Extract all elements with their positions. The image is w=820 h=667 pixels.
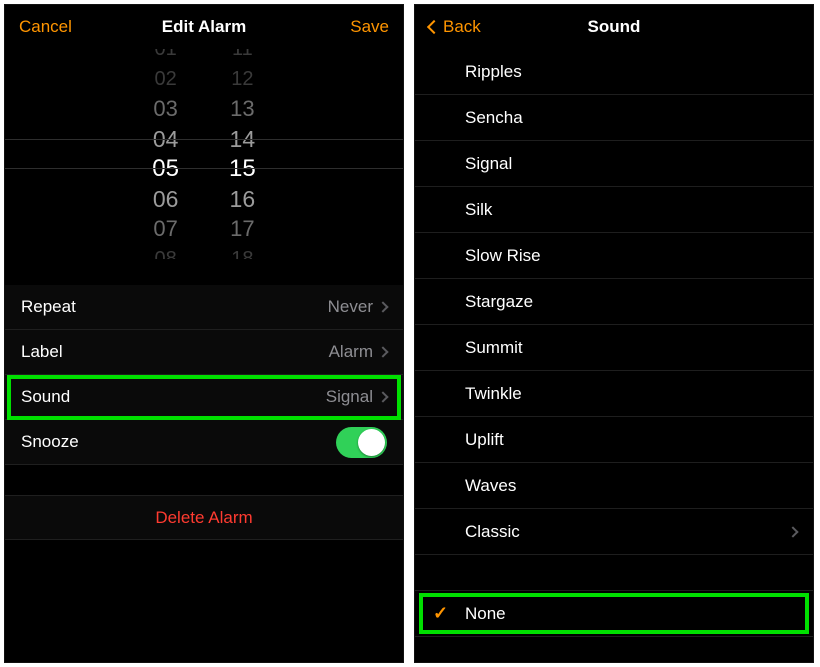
save-button[interactable]: Save bbox=[336, 5, 403, 49]
sound-option-uplift[interactable]: Uplift bbox=[415, 417, 813, 463]
back-label: Back bbox=[443, 17, 481, 37]
save-label: Save bbox=[350, 17, 389, 37]
sound-option-stargaze[interactable]: Stargaze bbox=[415, 279, 813, 325]
sound-screen: Back Sound Ripples Sencha Signal Silk Sl… bbox=[414, 4, 814, 663]
sound-option-slow-rise[interactable]: Slow Rise bbox=[415, 233, 813, 279]
chevron-right-icon bbox=[787, 526, 798, 537]
toggle-knob bbox=[358, 429, 385, 456]
section-gap bbox=[415, 555, 813, 591]
sound-name: Sencha bbox=[465, 108, 523, 128]
edit-alarm-screen: Cancel Edit Alarm Save 01 02 03 04 05 06… bbox=[4, 4, 404, 663]
cancel-label: Cancel bbox=[19, 17, 72, 37]
sound-option-signal[interactable]: Signal bbox=[415, 141, 813, 187]
sound-option-classic[interactable]: Classic bbox=[415, 509, 813, 555]
sound-name: Silk bbox=[465, 200, 492, 220]
sound-name: Twinkle bbox=[465, 384, 522, 404]
chevron-right-icon bbox=[377, 391, 388, 402]
alarm-settings-group: Repeat Never Label Alarm Sound Signal Sn… bbox=[5, 285, 403, 465]
chevron-right-icon bbox=[377, 301, 388, 312]
repeat-value: Never bbox=[328, 297, 373, 317]
sound-value: Signal bbox=[326, 387, 373, 407]
back-button[interactable]: Back bbox=[415, 5, 495, 49]
sound-option-sencha[interactable]: Sencha bbox=[415, 95, 813, 141]
sound-list: Ripples Sencha Signal Silk Slow Rise Sta… bbox=[415, 49, 813, 637]
navbar: Back Sound bbox=[415, 5, 813, 49]
label-row[interactable]: Label Alarm bbox=[5, 330, 403, 375]
delete-alarm-button[interactable]: Delete Alarm bbox=[5, 495, 403, 540]
chevron-left-icon bbox=[427, 20, 441, 34]
repeat-row[interactable]: Repeat Never bbox=[5, 285, 403, 330]
checkmark-icon: ✓ bbox=[433, 603, 448, 624]
delete-label: Delete Alarm bbox=[155, 508, 252, 528]
snooze-label: Snooze bbox=[21, 432, 336, 452]
sound-name: Summit bbox=[465, 338, 523, 358]
page-title: Edit Alarm bbox=[162, 17, 246, 37]
sound-name: Signal bbox=[465, 154, 512, 174]
minute-wheel[interactable]: 11 12 13 14 15 16 17 18 bbox=[229, 49, 256, 259]
sound-name: Uplift bbox=[465, 430, 504, 450]
sound-name: Classic bbox=[465, 522, 520, 542]
label-label: Label bbox=[21, 342, 329, 362]
label-value: Alarm bbox=[329, 342, 373, 362]
hour-wheel[interactable]: 01 02 03 04 05 06 07 08 bbox=[152, 49, 179, 259]
sound-option-none[interactable]: ✓ None bbox=[415, 591, 813, 637]
sound-label: Sound bbox=[21, 387, 326, 407]
sound-name: Slow Rise bbox=[465, 246, 541, 266]
sound-name: Ripples bbox=[465, 62, 522, 82]
sound-option-summit[interactable]: Summit bbox=[415, 325, 813, 371]
sound-option-twinkle[interactable]: Twinkle bbox=[415, 371, 813, 417]
snooze-toggle[interactable] bbox=[336, 427, 387, 458]
sound-name: Stargaze bbox=[465, 292, 533, 312]
sound-option-ripples[interactable]: Ripples bbox=[415, 49, 813, 95]
snooze-row: Snooze bbox=[5, 420, 403, 465]
chevron-right-icon bbox=[377, 346, 388, 357]
sound-option-silk[interactable]: Silk bbox=[415, 187, 813, 233]
sound-row[interactable]: Sound Signal bbox=[5, 375, 403, 420]
sound-name: None bbox=[465, 604, 506, 624]
sound-name: Waves bbox=[465, 476, 516, 496]
time-picker[interactable]: 01 02 03 04 05 06 07 08 11 12 13 14 15 1… bbox=[5, 49, 403, 259]
page-title: Sound bbox=[588, 17, 641, 37]
repeat-label: Repeat bbox=[21, 297, 328, 317]
navbar: Cancel Edit Alarm Save bbox=[5, 5, 403, 49]
cancel-button[interactable]: Cancel bbox=[5, 5, 86, 49]
sound-option-waves[interactable]: Waves bbox=[415, 463, 813, 509]
